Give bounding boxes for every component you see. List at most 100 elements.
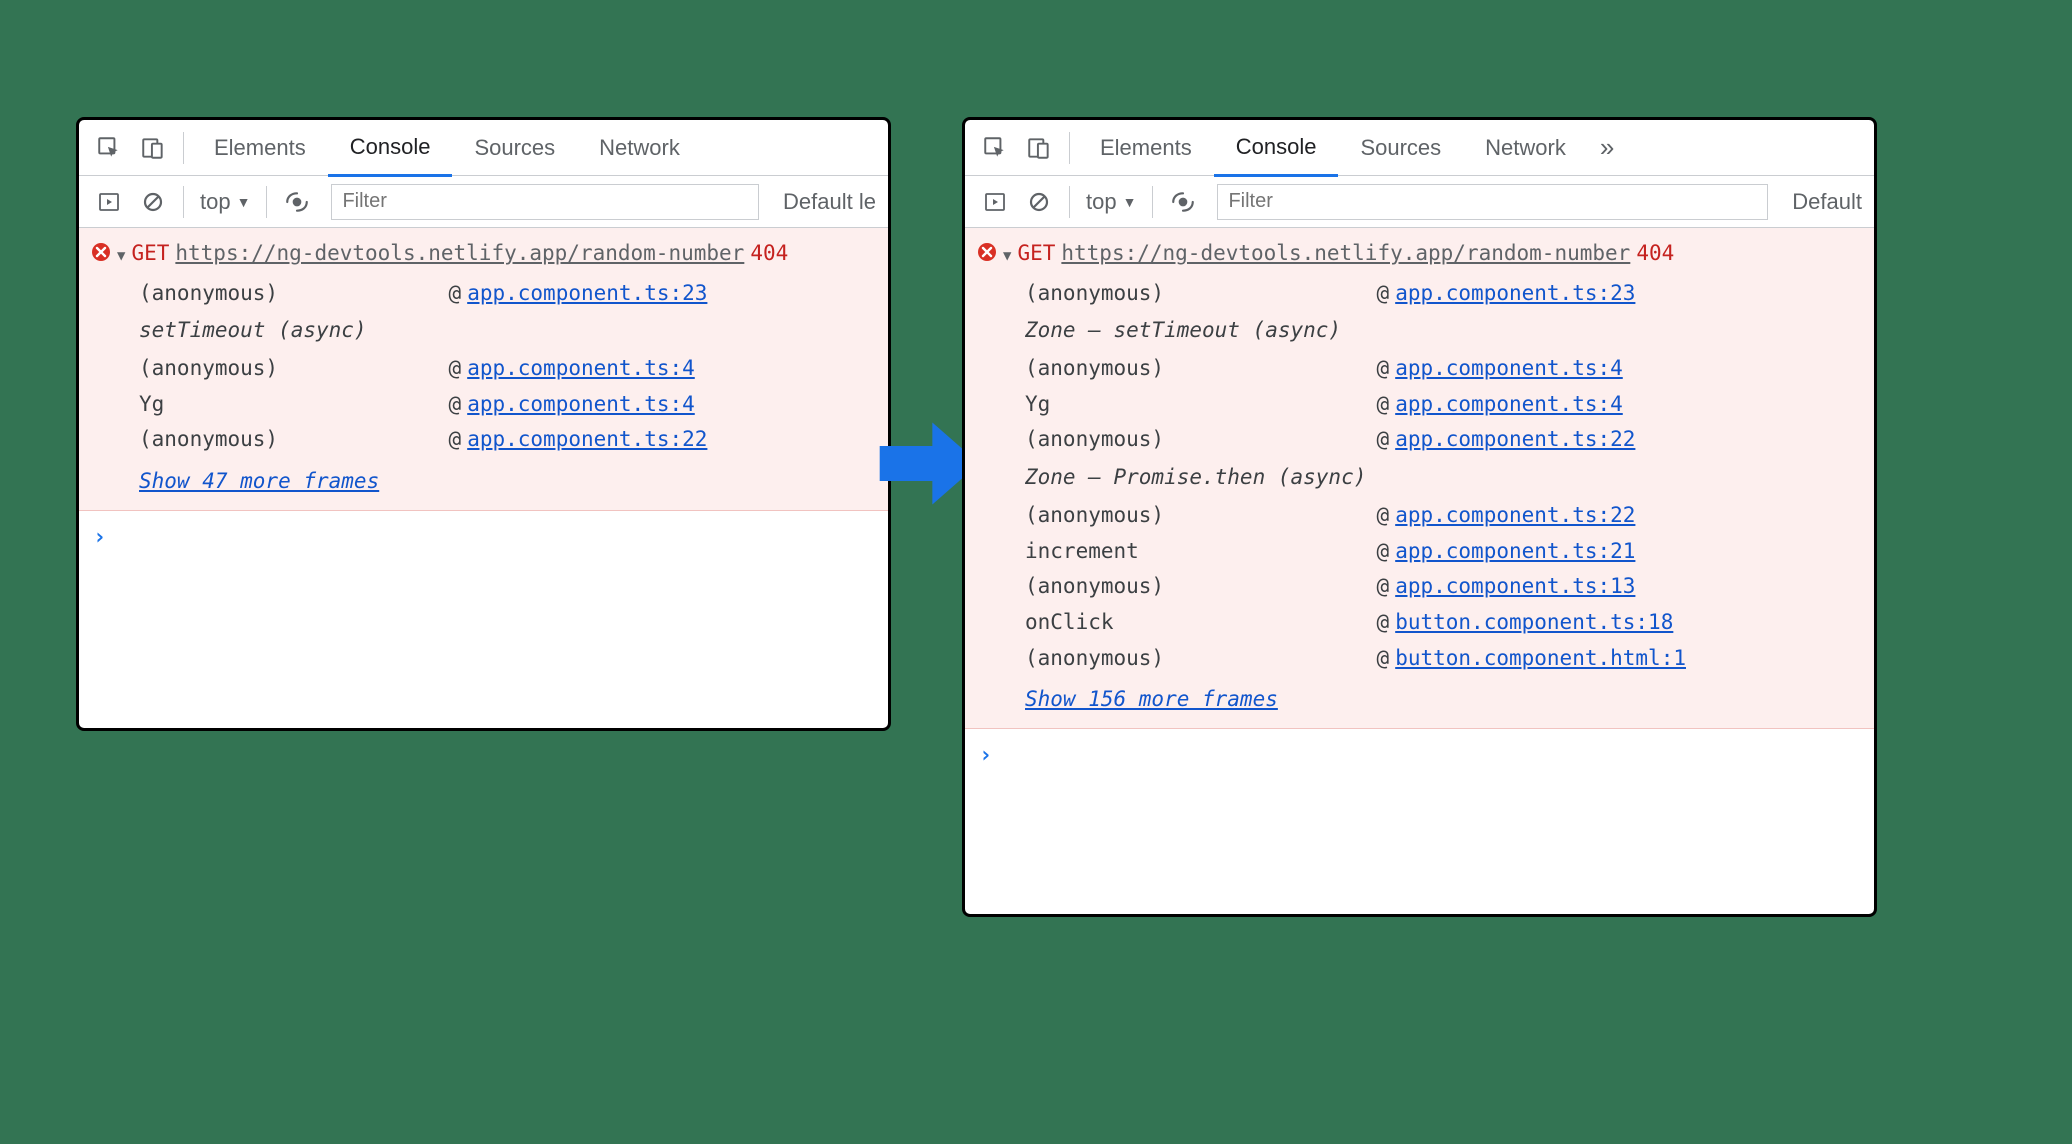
frame-location-link[interactable]: app.component.ts:13 [1395, 569, 1635, 605]
live-expression-icon[interactable] [1163, 182, 1203, 222]
devtools-tabbar: Elements Console Sources Network [79, 120, 888, 176]
frame-location-link[interactable]: app.component.ts:22 [1395, 498, 1635, 534]
frame-function: (anonymous) [139, 422, 449, 458]
frame-function: (anonymous) [1025, 569, 1377, 605]
stack-frame: (anonymous) @ button.component.html:1 [1025, 641, 1862, 677]
frame-location-link[interactable]: app.component.ts:4 [1395, 351, 1623, 387]
async-boundary: Zone — Promise.then (async) [1025, 458, 1862, 498]
stack-trace: (anonymous) @ app.component.ts:23 setTim… [91, 272, 876, 458]
devtools-panel-after: Elements Console Sources Network » top ▼ [962, 117, 1877, 917]
frame-function: onClick [1025, 605, 1377, 641]
tab-elements[interactable]: Elements [1078, 121, 1214, 175]
http-method: GET [1017, 236, 1055, 272]
frame-location-link[interactable]: app.component.ts:4 [467, 351, 695, 387]
device-toolbar-icon[interactable] [1019, 128, 1059, 168]
error-icon [977, 242, 997, 262]
stack-frame: Yg @ app.component.ts:4 [139, 387, 876, 423]
console-prompt[interactable] [965, 729, 1874, 782]
frame-location-link[interactable]: button.component.ts:18 [1395, 605, 1673, 641]
context-selector[interactable]: top ▼ [192, 189, 258, 215]
devtools-tabbar: Elements Console Sources Network » [965, 120, 1874, 176]
stack-frame: Yg @ app.component.ts:4 [1025, 387, 1862, 423]
divider [1069, 186, 1070, 218]
context-label: top [200, 189, 231, 215]
request-url[interactable]: https://ng-devtools.netlify.app/random-n… [1061, 236, 1630, 272]
stack-frame: (anonymous) @ app.component.ts:13 [1025, 569, 1862, 605]
devtools-panel-before: Elements Console Sources Network top ▼ [76, 117, 891, 731]
log-levels-selector[interactable]: Default [1780, 189, 1874, 215]
clear-console-icon[interactable] [133, 182, 173, 222]
frame-location-link[interactable]: app.component.ts:22 [467, 422, 707, 458]
error-icon [91, 242, 111, 262]
frame-location-link[interactable]: app.component.ts:4 [467, 387, 695, 423]
divider [1152, 186, 1153, 218]
console-filter-input[interactable] [331, 184, 759, 220]
console-sidebar-toggle-icon[interactable] [975, 182, 1015, 222]
tab-sources[interactable]: Sources [452, 121, 577, 175]
frame-location-link[interactable]: button.component.html:1 [1395, 641, 1686, 677]
tab-elements[interactable]: Elements [192, 121, 328, 175]
tab-sources[interactable]: Sources [1338, 121, 1463, 175]
log-levels-selector[interactable]: Default le [771, 189, 888, 215]
live-expression-icon[interactable] [277, 182, 317, 222]
expand-toggle-icon[interactable]: ▼ [117, 245, 125, 269]
tab-console[interactable]: Console [1214, 121, 1339, 177]
http-method: GET [131, 236, 169, 272]
console-toolbar: top ▼ Default le [79, 176, 888, 228]
stack-frame: (anonymous) @ app.component.ts:22 [1025, 422, 1862, 458]
context-selector[interactable]: top ▼ [1078, 189, 1144, 215]
inspect-icon[interactable] [975, 128, 1015, 168]
at-symbol: @ [1377, 498, 1390, 534]
at-symbol: @ [449, 422, 462, 458]
show-more-frames-link[interactable]: Show 47 more frames [91, 458, 876, 500]
console-sidebar-toggle-icon[interactable] [89, 182, 129, 222]
stack-frame: (anonymous) @ app.component.ts:22 [139, 422, 876, 458]
chevron-down-icon: ▼ [237, 194, 251, 210]
request-url[interactable]: https://ng-devtools.netlify.app/random-n… [175, 236, 744, 272]
async-boundary: setTimeout (async) [139, 311, 876, 351]
frame-function: (anonymous) [1025, 422, 1377, 458]
device-toolbar-icon[interactable] [133, 128, 173, 168]
tab-network[interactable]: Network [577, 121, 702, 175]
at-symbol: @ [1377, 351, 1390, 387]
frame-location-link[interactable]: app.component.ts:22 [1395, 422, 1635, 458]
tab-console[interactable]: Console [328, 121, 453, 177]
frame-function: Yg [1025, 387, 1377, 423]
tab-network[interactable]: Network [1463, 121, 1588, 175]
frame-function: Yg [139, 387, 449, 423]
at-symbol: @ [1377, 605, 1390, 641]
at-symbol: @ [449, 351, 462, 387]
stack-frame: increment @ app.component.ts:21 [1025, 534, 1862, 570]
console-error-entry: ▼ GET https://ng-devtools.netlify.app/ra… [965, 228, 1874, 729]
console-prompt[interactable] [79, 511, 888, 564]
more-tabs-icon[interactable]: » [1588, 132, 1626, 163]
frame-location-link[interactable]: app.component.ts:23 [1395, 276, 1635, 312]
frame-location-link[interactable]: app.component.ts:21 [1395, 534, 1635, 570]
stack-frame: (anonymous) @ app.component.ts:22 [1025, 498, 1862, 534]
stack-frame: onClick @ button.component.ts:18 [1025, 605, 1862, 641]
at-symbol: @ [449, 387, 462, 423]
frame-location-link[interactable]: app.component.ts:4 [1395, 387, 1623, 423]
http-status: 404 [1636, 236, 1674, 272]
divider [266, 186, 267, 218]
console-filter-input[interactable] [1217, 184, 1768, 220]
frame-function: (anonymous) [139, 351, 449, 387]
stack-frame: (anonymous) @ app.component.ts:4 [139, 351, 876, 387]
divider [183, 132, 184, 164]
clear-console-icon[interactable] [1019, 182, 1059, 222]
stack-frame: (anonymous) @ app.component.ts:4 [1025, 351, 1862, 387]
console-error-entry: ▼ GET https://ng-devtools.netlify.app/ra… [79, 228, 888, 511]
frame-function: (anonymous) [1025, 276, 1377, 312]
expand-toggle-icon[interactable]: ▼ [1003, 245, 1011, 269]
show-more-frames-link[interactable]: Show 156 more frames [977, 676, 1862, 718]
stack-trace: (anonymous) @ app.component.ts:23 Zone —… [977, 272, 1862, 677]
frame-function: (anonymous) [1025, 351, 1377, 387]
console-output: ▼ GET https://ng-devtools.netlify.app/ra… [79, 228, 888, 564]
frame-function: (anonymous) [1025, 641, 1377, 677]
frame-location-link[interactable]: app.component.ts:23 [467, 276, 707, 312]
console-toolbar: top ▼ Default [965, 176, 1874, 228]
inspect-icon[interactable] [89, 128, 129, 168]
context-label: top [1086, 189, 1117, 215]
frame-function: (anonymous) [1025, 498, 1377, 534]
frame-function: (anonymous) [139, 276, 449, 312]
